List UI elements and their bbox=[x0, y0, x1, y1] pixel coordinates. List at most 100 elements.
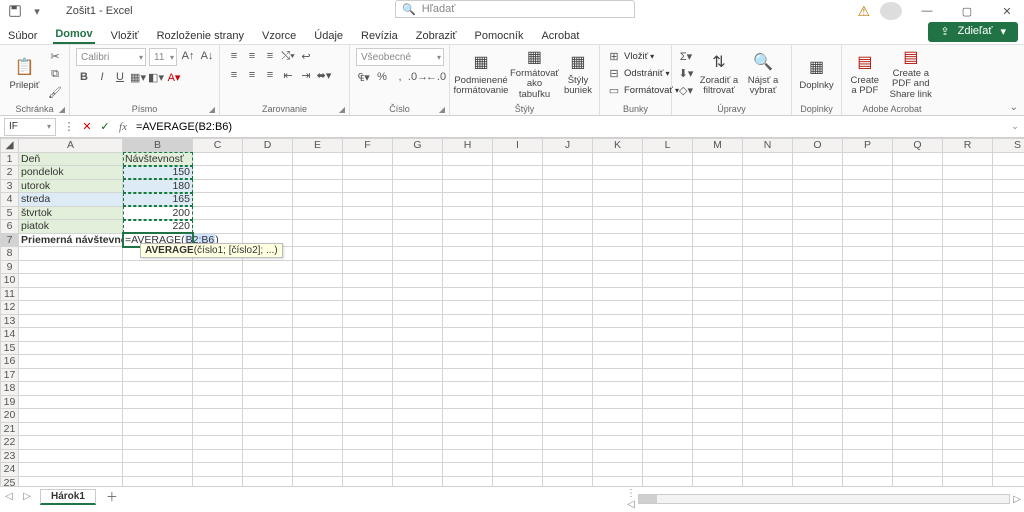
cut-button[interactable]: ✂ bbox=[47, 48, 63, 64]
row-header[interactable]: 1 bbox=[1, 152, 19, 166]
orientation-icon[interactable]: ⤭▾ bbox=[280, 48, 296, 64]
number-launcher-icon[interactable]: ◢ bbox=[439, 105, 445, 114]
col-header[interactable]: N bbox=[743, 139, 793, 153]
hscroll-track[interactable] bbox=[638, 494, 1010, 504]
cell[interactable]: 200 bbox=[123, 206, 193, 220]
create-pdf-share-button[interactable]: ▤Create a PDF and Share link bbox=[886, 48, 936, 100]
clear-button[interactable]: ◇▾ bbox=[678, 82, 694, 98]
format-as-table-button[interactable]: ▦Formátovať ako tabuľku bbox=[510, 48, 559, 100]
tab-layout[interactable]: Rozloženie strany bbox=[155, 30, 246, 44]
autosum-button[interactable]: Σ▾ bbox=[678, 48, 694, 64]
tab-file[interactable]: Súbor bbox=[6, 30, 39, 44]
bold-button[interactable]: B bbox=[76, 69, 92, 85]
hscroll-right-icon[interactable]: ▷ bbox=[1010, 494, 1024, 505]
col-header[interactable]: H bbox=[443, 139, 493, 153]
col-header[interactable]: D bbox=[243, 139, 293, 153]
cell[interactable]: piatok bbox=[19, 220, 123, 234]
cell[interactable]: streda bbox=[19, 193, 123, 207]
paste-button[interactable]: 📋 Prilepiť bbox=[6, 48, 43, 100]
account-avatar[interactable] bbox=[880, 2, 902, 20]
share-button[interactable]: ⇪Zdieľať▾ bbox=[928, 22, 1018, 42]
name-box[interactable]: IF▾ bbox=[4, 118, 56, 136]
sheet-nav-next[interactable]: ▷ bbox=[18, 491, 36, 502]
row-header[interactable]: 5 bbox=[1, 206, 19, 220]
cell[interactable]: 165 bbox=[123, 193, 193, 207]
cell[interactable]: Priemerná návštevnosť bbox=[19, 233, 123, 247]
col-header[interactable]: S bbox=[993, 139, 1024, 153]
cell[interactable]: štvrtok bbox=[19, 206, 123, 220]
number-format-select[interactable]: Všeobecné▾ bbox=[356, 48, 444, 66]
decrease-font-icon[interactable]: A↓ bbox=[199, 48, 215, 64]
delete-cells-button[interactable]: ⊟Odstrániť▾ bbox=[606, 65, 679, 81]
align-center-icon[interactable]: ≡ bbox=[244, 67, 260, 83]
conditional-formatting-button[interactable]: ▦Podmienené formátovanie bbox=[456, 48, 506, 100]
select-all-corner[interactable]: ◢ bbox=[1, 139, 19, 153]
hscroll-thumb[interactable] bbox=[639, 495, 657, 503]
hscroll-left-icon[interactable]: ⋮ ◁ bbox=[624, 488, 638, 510]
namebox-split-icon[interactable]: ⋮ bbox=[60, 118, 78, 136]
font-family-select[interactable]: Calibri▾ bbox=[76, 48, 146, 66]
tab-data[interactable]: Údaje bbox=[312, 30, 345, 44]
maximize-button[interactable]: ▢ bbox=[950, 0, 984, 22]
col-header[interactable]: L bbox=[643, 139, 693, 153]
col-header[interactable]: C bbox=[193, 139, 243, 153]
cell[interactable]: Deň bbox=[19, 152, 123, 166]
col-header[interactable]: I bbox=[493, 139, 543, 153]
col-header[interactable]: Q bbox=[893, 139, 943, 153]
create-pdf-button[interactable]: ▤Create a PDF bbox=[848, 48, 882, 100]
cell[interactable]: Návštevnosť bbox=[123, 152, 193, 166]
tab-formulas[interactable]: Vzorce bbox=[260, 30, 298, 44]
insert-cells-button[interactable]: ⊞Vložiť▾ bbox=[606, 48, 679, 64]
tab-home[interactable]: Domov bbox=[53, 28, 94, 44]
minimize-button[interactable]: — bbox=[910, 0, 944, 22]
warning-icon[interactable]: ⚠ bbox=[857, 3, 870, 20]
row-header[interactable]: 6 bbox=[1, 220, 19, 234]
col-header[interactable]: E bbox=[293, 139, 343, 153]
alignment-launcher-icon[interactable]: ◢ bbox=[339, 105, 345, 114]
col-header[interactable]: B bbox=[123, 139, 193, 153]
cell-styles-button[interactable]: ▦Štýly buniek bbox=[563, 48, 593, 100]
tab-acrobat[interactable]: Acrobat bbox=[539, 30, 581, 44]
formula-input[interactable] bbox=[132, 118, 1006, 136]
align-left-icon[interactable]: ≡ bbox=[226, 67, 242, 83]
percent-format-icon[interactable]: % bbox=[374, 69, 390, 85]
font-color-button[interactable]: A▾ bbox=[166, 69, 182, 85]
sheet-tab[interactable]: Hárok1 bbox=[40, 489, 96, 505]
align-top-icon[interactable]: ≡ bbox=[226, 48, 242, 64]
qat-overflow[interactable]: ▾ bbox=[28, 2, 46, 20]
row-header[interactable]: 3 bbox=[1, 179, 19, 193]
increase-font-icon[interactable]: A↑ bbox=[180, 48, 196, 64]
search-box[interactable]: 🔍 Hľadať bbox=[395, 0, 635, 18]
col-header[interactable]: O bbox=[793, 139, 843, 153]
sort-filter-button[interactable]: ⇅Zoradiť a filtrovať bbox=[698, 48, 740, 100]
fill-color-button[interactable]: ◧▾ bbox=[148, 69, 164, 85]
increase-decimal-icon[interactable]: .0→ bbox=[410, 69, 426, 85]
col-header[interactable]: G bbox=[393, 139, 443, 153]
tab-insert[interactable]: Vložiť bbox=[109, 30, 141, 44]
align-bottom-icon[interactable]: ≡ bbox=[262, 48, 278, 64]
row-header[interactable]: 2 bbox=[1, 166, 19, 180]
addins-button[interactable]: ▦Doplnky bbox=[798, 48, 835, 100]
clipboard-launcher-icon[interactable]: ◢ bbox=[59, 105, 65, 114]
cell[interactable]: 150 bbox=[123, 166, 193, 180]
merge-button[interactable]: ⬌▾ bbox=[316, 67, 332, 83]
wrap-text-icon[interactable]: ↩ bbox=[298, 48, 314, 64]
decrease-decimal-icon[interactable]: ←.0 bbox=[428, 69, 444, 85]
copy-button[interactable]: ⧉ bbox=[47, 66, 63, 82]
cancel-formula-icon[interactable]: ✕ bbox=[78, 118, 96, 136]
col-header[interactable]: J bbox=[543, 139, 593, 153]
col-header[interactable]: M bbox=[693, 139, 743, 153]
format-cells-button[interactable]: ▭Formátovať▾ bbox=[606, 82, 679, 98]
col-header[interactable]: A bbox=[19, 139, 123, 153]
tab-review[interactable]: Revízia bbox=[359, 30, 400, 44]
borders-button[interactable]: ▦▾ bbox=[130, 69, 146, 85]
italic-button[interactable]: I bbox=[94, 69, 110, 85]
col-header[interactable]: K bbox=[593, 139, 643, 153]
tab-view[interactable]: Zobraziť bbox=[414, 30, 459, 44]
row-header[interactable]: 7 bbox=[1, 233, 19, 247]
insert-function-icon[interactable]: fx bbox=[114, 118, 132, 136]
accounting-format-icon[interactable]: ₠▾ bbox=[356, 69, 372, 85]
align-right-icon[interactable]: ≡ bbox=[262, 67, 278, 83]
find-select-button[interactable]: 🔍Nájsť a vybrať bbox=[744, 48, 782, 100]
cell[interactable]: utorok bbox=[19, 179, 123, 193]
